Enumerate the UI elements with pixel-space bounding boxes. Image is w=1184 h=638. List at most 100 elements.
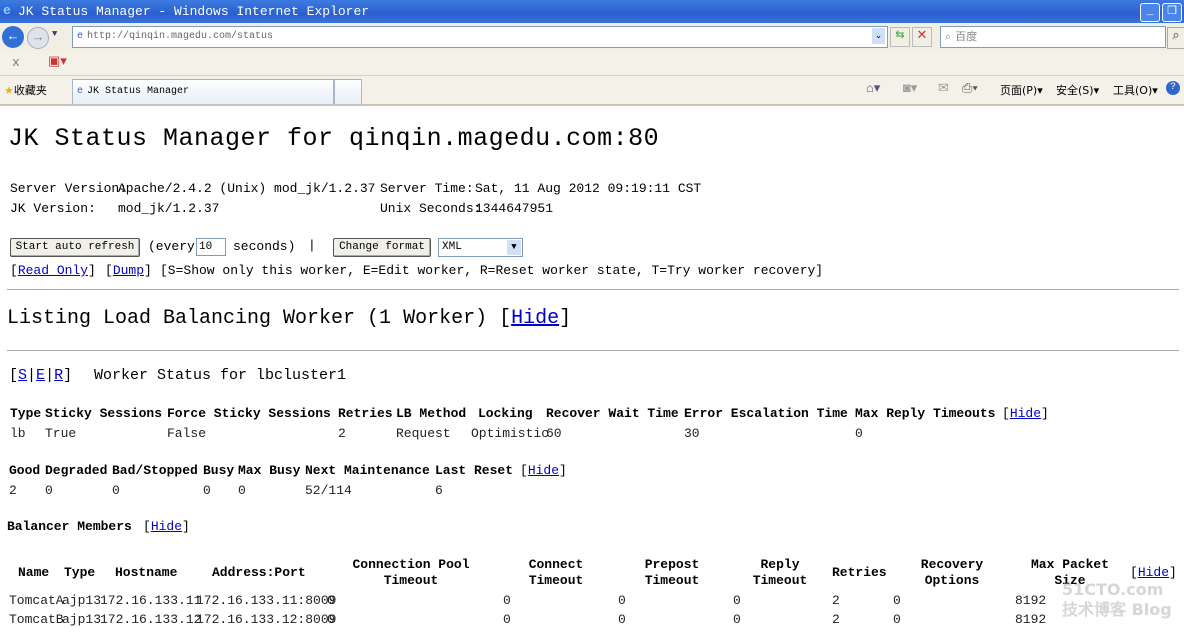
th-busy: Busy [203,463,235,478]
td: False [167,426,207,441]
format-select[interactable]: XML ▼ [438,238,523,257]
th-conn-pool-timeout: Connection Pool Timeout [352,557,470,588]
server-version: Apache/2.4.2 (Unix) mod_jk/1.2.37 [118,181,376,196]
hide-wrap: [Hide] [143,519,190,534]
safety-menu[interactable]: 安全(S)▾ [1056,82,1099,98]
command-bar: x ▣▾ [0,51,1184,76]
th-retries: Retries [832,565,887,580]
window-title: JK Status Manager - Windows Internet Exp… [18,4,370,19]
td: Optimistic [471,426,550,441]
feeds-icon[interactable]: ◙▾ [903,81,917,96]
td: 0 [203,483,211,498]
hide-link[interactable]: Hide [1010,406,1041,421]
refresh-icon[interactable]: ⇆ [890,27,910,47]
divider [7,289,1179,290]
help-icon[interactable]: ? [1166,81,1180,95]
seconds-label: seconds) [233,239,296,254]
restore-button[interactable]: ❐ [1162,3,1182,22]
mail-icon[interactable]: ✉ [938,81,949,96]
url-input[interactable]: e http://qinqin.magedu.com/status [72,26,888,48]
ie-tab-icon: e [77,86,84,97]
td-type: ajp13 [62,593,102,608]
worker-actions: [S|E|R] [9,367,73,384]
hide-link[interactable]: Hide [511,307,559,330]
safety-menu-label: 安全(S) [1056,84,1094,97]
hide-wrap: [Hide] [520,463,567,478]
dump-link[interactable]: Dump [113,263,144,278]
td: lb [10,426,26,441]
td: 0 [893,593,901,608]
td-name: TomcatB [9,612,64,627]
chevron-down-icon: ▼ [507,240,521,255]
td: 2 [338,426,346,441]
jk-version-label: JK Version: [10,201,96,216]
read-only-link-wrap: [Read Only] [10,263,96,278]
show-worker-link[interactable]: S [18,367,27,384]
td: 0 [503,612,511,627]
search-icon: ⌕ [945,30,952,43]
td: 0 [327,593,335,608]
unix-seconds: 1344647951 [475,201,554,216]
section-title: Listing Load Balancing Worker (1 Worker)… [7,307,572,330]
back-button[interactable]: ← [2,26,24,48]
home-icon[interactable]: ⌂▾ [866,81,880,96]
th-recover-wait: Recover Wait Time [546,406,679,421]
hide-link[interactable]: Hide [151,519,182,534]
section-title-text: Listing Load Balancing Worker (1 Worker) [7,307,488,330]
td-address: 172.16.133.11:8009 [196,593,337,608]
th-hostname: Hostname [115,565,178,580]
td: 0 [618,593,626,608]
refresh-interval-input[interactable] [196,238,226,256]
watermark-logo: 51CTO.com 技术博客 Blog [1062,580,1172,619]
pdf-icon[interactable]: ▣▾ [48,54,67,69]
reset-worker-link[interactable]: R [54,367,63,384]
tab-label: JK Status Manager [87,86,190,97]
stop-icon[interactable]: ✕ [912,27,932,47]
tab-jk-status[interactable]: e JK Status Manager [72,79,334,104]
th-locking: Locking [478,406,533,421]
tools-menu[interactable]: 工具(O)▾ [1113,82,1158,98]
history-dropdown-icon[interactable]: ▼ [52,29,57,39]
td: 6 [435,483,443,498]
th-lb-method: LB Method [396,406,467,421]
hide-link[interactable]: Hide [1138,565,1169,580]
unix-seconds-label: Unix Seconds: [380,201,482,216]
td: 8192 [1015,593,1047,608]
search-placeholder: 百度 [955,30,978,43]
minimize-button[interactable]: _ [1140,3,1160,22]
hide-link[interactable]: Hide [528,463,559,478]
read-only-link[interactable]: Read Only [18,263,88,278]
page-menu-label: 页面(P) [1000,84,1038,97]
td: 0 [618,612,626,627]
new-tab-button[interactable] [334,79,362,104]
td: 8192 [1015,612,1047,627]
page-menu[interactable]: 页面(P)▾ [1000,82,1043,98]
td-hostname: 172.16.133.11 [100,593,202,608]
address-bar: ← → ▼ e http://qinqin.magedu.com/status ⌄… [0,23,1184,52]
th-recovery-options: Recovery Options [920,557,984,588]
start-auto-refresh-button[interactable]: Start auto refresh [10,238,140,257]
th-error-escalation: Error Escalation Time [684,406,848,421]
td: 0 [238,483,246,498]
th-max-busy: Max Busy [238,463,301,478]
td: 2 [832,593,840,608]
ie-logo-icon: e [3,3,11,18]
td: True [45,426,77,441]
search-go-button[interactable]: ⌕ [1167,27,1184,49]
favorites-button[interactable]: ★收藏夹 [4,82,47,98]
td: 52/114 [305,483,352,498]
th-max-reply: Max Reply Timeouts [855,406,996,421]
th-type: Type [64,565,96,580]
format-value: XML [442,241,462,253]
change-format-button[interactable]: Change format [333,238,431,257]
every-label: (every [148,239,195,254]
td: 30 [684,426,700,441]
edit-worker-link[interactable]: E [36,367,45,384]
url-dropdown-icon[interactable]: ⌄ [872,28,885,44]
print-icon[interactable]: ⎙▾ [962,81,978,96]
close-toolbar-button[interactable]: x [12,55,20,70]
forward-button[interactable]: → [27,27,49,49]
search-input[interactable]: ⌕ 百度 [940,26,1166,48]
star-icon: ★ [4,84,14,97]
td: 0 [112,483,120,498]
